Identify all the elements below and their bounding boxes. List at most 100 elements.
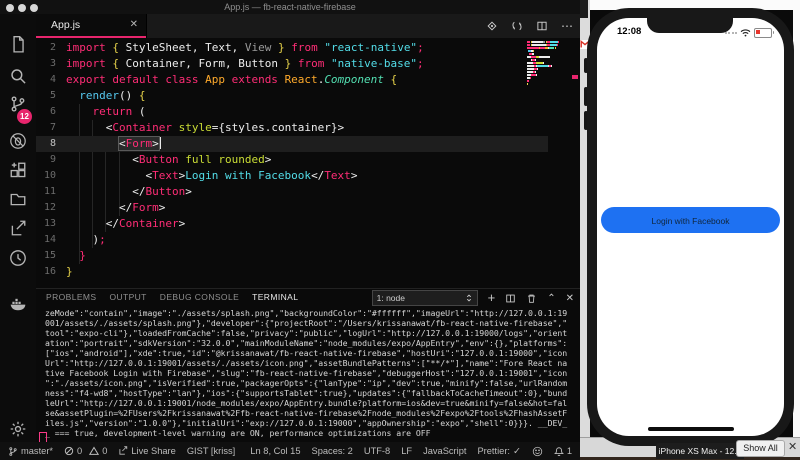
- settings-gear-button[interactable]: [9, 420, 27, 438]
- line-number: 8: [36, 136, 56, 152]
- language-mode-status[interactable]: JavaScript: [423, 446, 466, 456]
- cellular-signal-icon: [725, 32, 738, 34]
- iphone-screen: 12:08 Login with Facebook: [597, 18, 784, 436]
- encoding-status[interactable]: UTF-8: [364, 446, 390, 456]
- status-bar-icons: [725, 28, 773, 38]
- line-number: 4: [36, 72, 56, 88]
- terminal-output[interactable]: zeMode":"contain","image":"./assets/spla…: [45, 308, 575, 438]
- docker-icon: [9, 295, 27, 313]
- live-share-icon: [118, 446, 128, 456]
- code-line[interactable]: 7 <Container style={styles.container}>: [36, 120, 548, 136]
- code-line[interactable]: 6 return (: [36, 104, 548, 120]
- code-area[interactable]: 2import { StyleSheet, Text, View } from …: [36, 40, 548, 280]
- code-line[interactable]: 11 </Button>: [36, 184, 548, 200]
- share-arrow-icon: [9, 219, 27, 237]
- minimap[interactable]: [527, 41, 571, 86]
- notification-count: 1: [567, 446, 572, 456]
- code-line[interactable]: 5 render() {: [36, 88, 548, 104]
- sidebar-item-docker[interactable]: [9, 295, 27, 313]
- warning-icon: [89, 446, 99, 456]
- code-line[interactable]: 13 </Container>: [36, 216, 548, 232]
- code-line[interactable]: 9 <Button full rounded>: [36, 152, 548, 168]
- editor-actions: ⋯: [486, 14, 574, 38]
- code-line[interactable]: 10 <Text>Login with Facebook</Text>: [36, 168, 548, 184]
- gear-icon: [9, 420, 27, 438]
- panel-tab-problems[interactable]: PROBLEMS: [46, 292, 96, 302]
- maximize-panel-icon[interactable]: ⌃: [547, 293, 555, 304]
- line-number: 2: [36, 40, 56, 56]
- eol-status[interactable]: LF: [401, 446, 412, 456]
- select-arrows-icon: [465, 293, 473, 303]
- warning-count: 0: [102, 446, 107, 456]
- line-number: 13: [36, 216, 56, 232]
- line-number: 12: [36, 200, 56, 216]
- bottom-bar-close-icon[interactable]: ✕: [788, 440, 797, 453]
- code-line[interactable]: 15 }: [36, 248, 548, 264]
- sidebar-item-search[interactable]: [9, 67, 27, 85]
- code-line[interactable]: 14 );: [36, 232, 548, 248]
- sidebar-item-file-explorer[interactable]: [9, 190, 27, 208]
- window-titlebar[interactable]: App.js — fb-react-native-firebase: [0, 0, 580, 14]
- line-number: 10: [36, 168, 56, 184]
- new-terminal-button[interactable]: +: [488, 292, 496, 304]
- terminal-shell-select[interactable]: 1: node: [372, 290, 478, 306]
- code-line[interactable]: 4export default class App extends React.…: [36, 72, 548, 88]
- files-icon: [9, 35, 27, 53]
- error-icon: [64, 446, 74, 456]
- iphone-notch: [647, 18, 733, 33]
- vscode-window: App.js — fb-react-native-firebase 12: [0, 0, 580, 460]
- bottom-panel: PROBLEMS OUTPUT DEBUG CONSOLE TERMINAL 1: n…: [36, 288, 580, 443]
- editor-tab-bar: App.js ✕ ⋯: [36, 14, 580, 38]
- screenshot-root: App.js — fb-react-native-firebase 12: [0, 0, 800, 460]
- code-line[interactable]: 3import { Container, Form, Button } from…: [36, 56, 548, 72]
- sidebar-item-time-tracker[interactable]: [9, 249, 27, 267]
- sidebar-item-explorer[interactable]: [9, 35, 27, 53]
- line-number: 3: [36, 56, 56, 72]
- formatter-status[interactable]: Prettier: ✓: [477, 446, 520, 457]
- git-branch-status[interactable]: master*: [8, 446, 53, 457]
- panel-tab-output[interactable]: OUTPUT: [109, 292, 146, 302]
- clock-icon: [9, 249, 27, 267]
- gist-status[interactable]: GIST [kriss]: [187, 446, 235, 456]
- panel-tabs: PROBLEMS OUTPUT DEBUG CONSOLE TERMINAL: [46, 292, 298, 302]
- beautify-icon[interactable]: [486, 20, 498, 32]
- tab-appjs[interactable]: App.js ✕: [36, 14, 147, 38]
- live-share-status[interactable]: Live Share: [118, 446, 175, 456]
- shell-select-value: 1: node: [377, 292, 405, 305]
- cursor-position-status[interactable]: Ln 8, Col 15: [250, 446, 300, 456]
- code-line[interactable]: 2import { StyleSheet, Text, View } from …: [36, 40, 548, 56]
- code-editor[interactable]: 2import { StyleSheet, Text, View } from …: [36, 38, 580, 288]
- sidebar-item-project-share[interactable]: [9, 219, 27, 237]
- sidebar-item-debug[interactable]: [9, 132, 27, 150]
- sync-icon[interactable]: [511, 20, 523, 32]
- overview-ruler-marker: [572, 75, 578, 79]
- login-with-facebook-button[interactable]: Login with Facebook: [601, 207, 780, 233]
- feedback-smiley-button[interactable]: [532, 446, 543, 457]
- more-actions-icon[interactable]: ⋯: [561, 21, 574, 31]
- text-cursor: [160, 137, 162, 149]
- status-bar: master* 0 0 Live Share GIST [kriss] Ln 8…: [0, 442, 580, 460]
- simulator-device-label: iPhone XS Max - 12.0: [656, 443, 744, 459]
- split-editor-icon[interactable]: [536, 20, 548, 32]
- split-terminal-icon[interactable]: [505, 293, 516, 304]
- activity-bar: 12: [0, 14, 36, 442]
- code-line[interactable]: 8 <Form>: [36, 136, 548, 152]
- background-window-sliver: [580, 0, 588, 18]
- extensions-icon: [9, 161, 27, 179]
- kill-terminal-trash-icon[interactable]: [526, 293, 537, 304]
- code-line[interactable]: 12 </Form>: [36, 200, 548, 216]
- tab-label: App.js: [51, 19, 80, 31]
- sidebar-item-extensions[interactable]: [9, 161, 27, 179]
- code-line[interactable]: 16}: [36, 264, 548, 280]
- indentation-status[interactable]: Spaces: 2: [312, 446, 353, 456]
- error-count: 0: [77, 446, 82, 456]
- problems-status[interactable]: 0 0: [64, 446, 107, 456]
- panel-tab-terminal[interactable]: TERMINAL: [252, 292, 298, 302]
- panel-controls: 1: node + ⌃ ✕: [372, 290, 574, 306]
- close-panel-icon[interactable]: ✕: [566, 293, 574, 304]
- folder-icon: [9, 190, 27, 208]
- tab-close-icon[interactable]: ✕: [130, 19, 138, 30]
- panel-tab-debug-console[interactable]: DEBUG CONSOLE: [160, 292, 239, 302]
- show-all-button[interactable]: Show All: [736, 440, 785, 457]
- notifications-status[interactable]: 1: [554, 446, 572, 457]
